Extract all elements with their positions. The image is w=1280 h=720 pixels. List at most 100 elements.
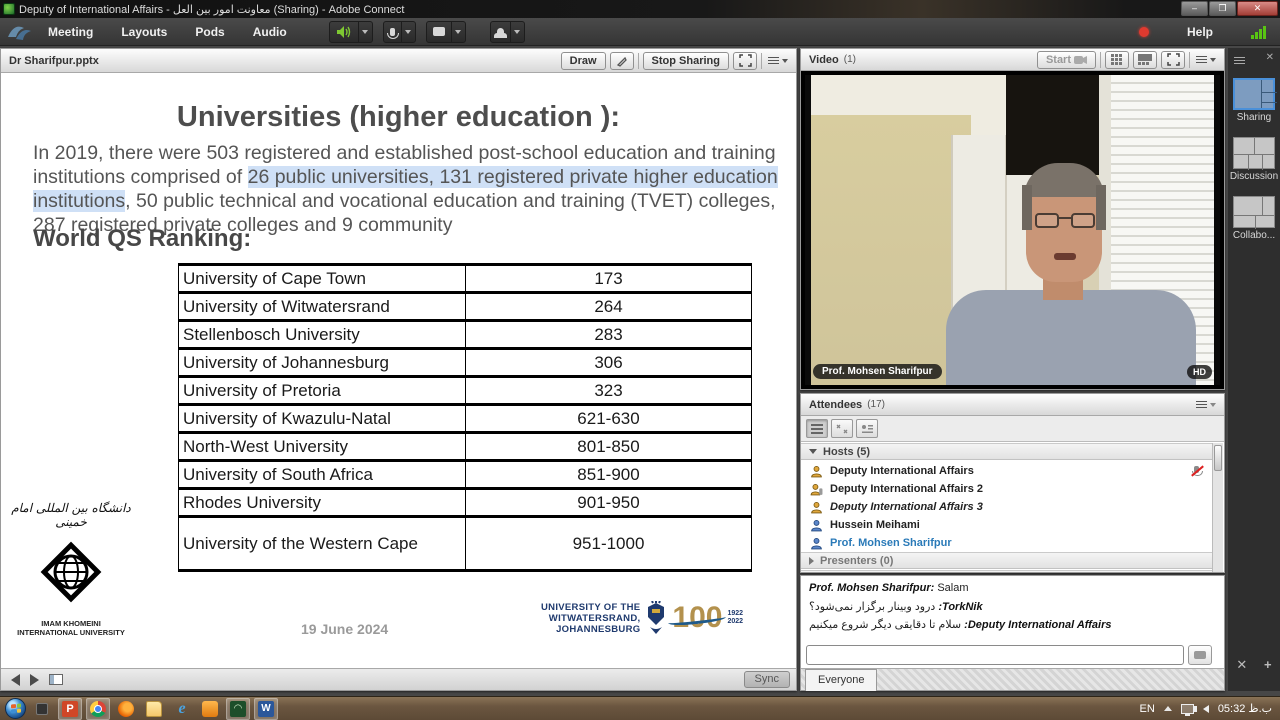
- adobe-connect-window: Deputy of International Affairs - معاونت…: [0, 0, 1280, 720]
- webcam-dropdown[interactable]: [451, 22, 465, 42]
- speaker-dropdown[interactable]: [358, 22, 372, 42]
- sidebar-toggle-button[interactable]: [49, 674, 63, 685]
- qs-ranking-table: University of Cape Town173 University of…: [178, 263, 752, 572]
- attendees-pod-title: Attendees: [809, 399, 862, 411]
- maximize-button[interactable]: ❐: [1209, 1, 1236, 16]
- microphone-button[interactable]: [383, 21, 416, 43]
- menu-layouts[interactable]: Layouts: [107, 18, 181, 46]
- video-fullscreen-button[interactable]: [1161, 51, 1185, 69]
- raise-hand-dropdown[interactable]: [510, 22, 524, 42]
- delete-layout-button[interactable]: ✕: [1236, 657, 1247, 673]
- attendee-status-view-button[interactable]: [856, 419, 878, 438]
- taskbar-explorer-icon[interactable]: [142, 698, 166, 720]
- sync-button[interactable]: Sync: [744, 671, 790, 688]
- start-webcam-button[interactable]: Start: [1037, 51, 1096, 69]
- university-cell: Stellenbosch University: [179, 321, 466, 349]
- layout-sharing-label[interactable]: Sharing: [1228, 112, 1280, 123]
- hosts-group-header[interactable]: Hosts (5): [801, 443, 1213, 460]
- list-view-icon: [811, 424, 823, 434]
- attendee-row[interactable]: Deputy International Affairs 3: [801, 498, 1213, 516]
- layout-sharing-thumbnail[interactable]: [1233, 78, 1275, 110]
- previous-slide-button[interactable]: [11, 674, 20, 686]
- microphone-icon: [390, 28, 395, 36]
- table-row: University of the Western Cape951-1000: [179, 517, 752, 571]
- show-hidden-icons-button[interactable]: [1164, 706, 1172, 711]
- chat-sender: Deputy International Affairs:: [964, 619, 1111, 631]
- attendee-row[interactable]: Prof. Mohsen Sharifpur: [801, 534, 1213, 552]
- pointer-button[interactable]: [610, 52, 634, 70]
- table-row: University of Witwatersrand264: [179, 293, 752, 321]
- close-button[interactable]: ✕: [1237, 1, 1278, 16]
- add-layout-button[interactable]: +: [1264, 657, 1272, 673]
- presenters-group-header[interactable]: Presenters (0): [801, 552, 1213, 569]
- clock[interactable]: 05:32 ب.ظ: [1218, 702, 1272, 715]
- table-row: University of Pretoria323: [179, 377, 752, 405]
- wits-year2: 2022: [727, 618, 743, 625]
- university-cell: Rhodes University: [179, 489, 466, 517]
- attendees-pod-menu-button[interactable]: [1194, 396, 1218, 414]
- layout-discussion-label[interactable]: Discussion: [1228, 171, 1280, 182]
- table-row: Rhodes University901-950: [179, 489, 752, 517]
- speaker-button[interactable]: [329, 21, 373, 43]
- chevron-down-icon: [782, 59, 788, 63]
- chat-input[interactable]: [806, 645, 1184, 665]
- filmstrip-view-icon: [1138, 54, 1152, 65]
- taskbar-powerpoint-icon[interactable]: P: [58, 698, 82, 720]
- attendee-row[interactable]: Deputy International Affairs: [801, 462, 1213, 480]
- attendee-row[interactable]: Deputy International Affairs 2: [801, 480, 1213, 498]
- ikiu-calligraphy: دانشگاه بین المللی امام خمینی: [11, 501, 131, 529]
- layouts-menu-icon[interactable]: [1234, 55, 1245, 66]
- grid-view-button[interactable]: [1105, 51, 1129, 69]
- microphone-dropdown[interactable]: [401, 22, 415, 42]
- video-pod-menu-button[interactable]: [1194, 51, 1218, 69]
- attendee-name: Deputy International Affairs 3: [830, 501, 983, 513]
- layouts-close-icon[interactable]: ✕: [1266, 52, 1274, 66]
- taskbar-office-icon[interactable]: [198, 698, 222, 720]
- breakout-icon: [836, 424, 848, 434]
- raise-hand-button[interactable]: [490, 21, 525, 43]
- chat-pod: Prof. Mohsen Sharifpur: Salam TorkNik: د…: [800, 575, 1225, 691]
- minimize-button[interactable]: –: [1181, 1, 1208, 16]
- attendee-list-view-button[interactable]: [806, 419, 828, 438]
- draw-button[interactable]: Draw: [561, 52, 606, 70]
- attendees-scrollbar[interactable]: [1212, 443, 1223, 572]
- volume-icon[interactable]: [1203, 705, 1209, 713]
- webcam-button[interactable]: [426, 21, 466, 43]
- start-button[interactable]: [5, 698, 26, 719]
- stop-sharing-button[interactable]: Stop Sharing: [643, 52, 729, 70]
- filmstrip-view-button[interactable]: [1133, 51, 1157, 69]
- chat-text: درود وبینار برگزار نمی‌شود؟: [809, 601, 938, 613]
- help-menu[interactable]: Help: [1187, 25, 1213, 39]
- breakout-view-button[interactable]: [831, 419, 853, 438]
- fullscreen-button[interactable]: [733, 52, 757, 70]
- attendees-pod: Attendees (17) Hosts (5): [800, 393, 1225, 573]
- taskbar-ie-icon[interactable]: e: [170, 698, 194, 720]
- tab-everyone[interactable]: Everyone: [805, 669, 877, 691]
- taskbar-chrome-icon[interactable]: [86, 698, 110, 720]
- webcam-video: Prof. Mohsen Sharifpur HD: [805, 75, 1220, 385]
- taskbar-pinned-app-icon[interactable]: [30, 698, 54, 720]
- layouts-strip: ✕ Sharing Discussion Collabo... ✕ +: [1228, 48, 1280, 691]
- menu-meeting[interactable]: Meeting: [34, 18, 107, 46]
- university-cell: University of Johannesburg: [179, 349, 466, 377]
- menu-pods[interactable]: Pods: [181, 18, 238, 46]
- rank-cell: 801-850: [466, 433, 752, 461]
- taskbar-firefox-icon[interactable]: [114, 698, 138, 720]
- send-message-button[interactable]: [1188, 645, 1212, 665]
- next-slide-button[interactable]: [30, 674, 39, 686]
- menu-audio[interactable]: Audio: [239, 18, 301, 46]
- scrollbar-thumb[interactable]: [1214, 445, 1222, 471]
- wits-shield-icon: [645, 601, 667, 635]
- presenters-group-label: Presenters (0): [820, 555, 893, 567]
- university-cell: University of Witwatersrand: [179, 293, 466, 321]
- video-pod: Video (1) Start: [800, 48, 1225, 390]
- taskbar-adobe-connect-icon[interactable]: ◠: [226, 698, 250, 720]
- taskbar-word-icon[interactable]: W: [254, 698, 278, 720]
- share-pod-menu-button[interactable]: [766, 52, 790, 70]
- layout-collaboration-thumbnail[interactable]: [1233, 196, 1275, 228]
- layout-collaboration-label[interactable]: Collabo...: [1228, 230, 1280, 241]
- attendee-row[interactable]: Hussein Meihami: [801, 516, 1213, 534]
- layout-discussion-thumbnail[interactable]: [1233, 137, 1275, 169]
- participants-group-header[interactable]: Participants (12): [801, 570, 1213, 573]
- language-indicator[interactable]: EN: [1140, 703, 1155, 715]
